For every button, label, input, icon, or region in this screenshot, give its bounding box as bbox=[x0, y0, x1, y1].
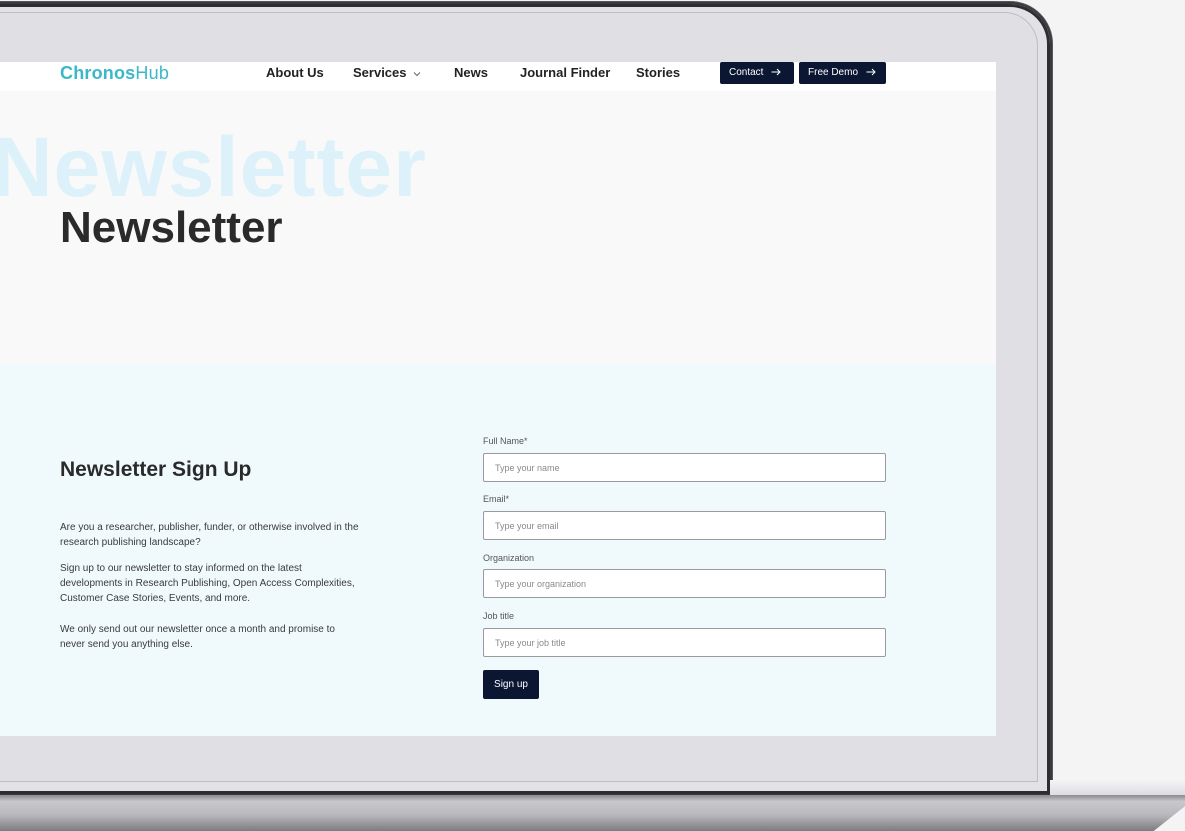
full-name-label: Full Name* bbox=[483, 436, 528, 446]
free-demo-button[interactable]: Free Demo bbox=[799, 62, 886, 84]
organization-label: Organization bbox=[483, 553, 535, 563]
free-demo-button-label: Free Demo bbox=[808, 67, 859, 78]
contact-button[interactable]: Contact bbox=[720, 62, 794, 84]
organization-input[interactable] bbox=[483, 569, 886, 598]
signup-heading: Newsletter Sign Up bbox=[60, 458, 252, 481]
job-title-label: Job title bbox=[483, 611, 515, 621]
browser-viewport: ChronosHub About Us Services News Journa… bbox=[0, 62, 996, 736]
laptop-base bbox=[0, 795, 1185, 831]
arrow-right-icon bbox=[771, 69, 781, 76]
signup-intro-paragraph: Are you a researcher, publisher, funder,… bbox=[60, 522, 359, 548]
nav-link-stories[interactable]: Stories bbox=[636, 65, 680, 81]
sign-up-button[interactable]: Sign up bbox=[483, 670, 539, 699]
laptop-base-shadow bbox=[1050, 780, 1185, 796]
email-input[interactable] bbox=[483, 511, 886, 540]
hero-watermark-text: Newsletter bbox=[0, 120, 427, 214]
nav-link-news[interactable]: News bbox=[454, 65, 488, 81]
chronoshub-logo[interactable]: ChronosHub bbox=[60, 62, 169, 84]
full-name-input[interactable] bbox=[483, 453, 886, 482]
nav-link-journal-finder[interactable]: Journal Finder bbox=[520, 65, 610, 81]
email-label: Email* bbox=[483, 494, 510, 504]
chevron-down-icon bbox=[413, 71, 421, 76]
signup-frequency-paragraph: We only send out our newsletter once a m… bbox=[60, 624, 335, 650]
arrow-right-icon bbox=[866, 69, 876, 76]
nav-link-about-us[interactable]: About Us bbox=[266, 65, 324, 81]
site-header: ChronosHub About Us Services News Journa… bbox=[0, 62, 996, 91]
signup-details-paragraph: Sign up to our newsletter to stay inform… bbox=[60, 563, 355, 604]
page-title: Newsletter bbox=[60, 203, 283, 252]
job-title-input[interactable] bbox=[483, 628, 886, 657]
nav-link-services-label: Services bbox=[353, 65, 407, 80]
contact-button-label: Contact bbox=[729, 67, 764, 78]
nav-link-services[interactable]: Services bbox=[353, 65, 421, 81]
